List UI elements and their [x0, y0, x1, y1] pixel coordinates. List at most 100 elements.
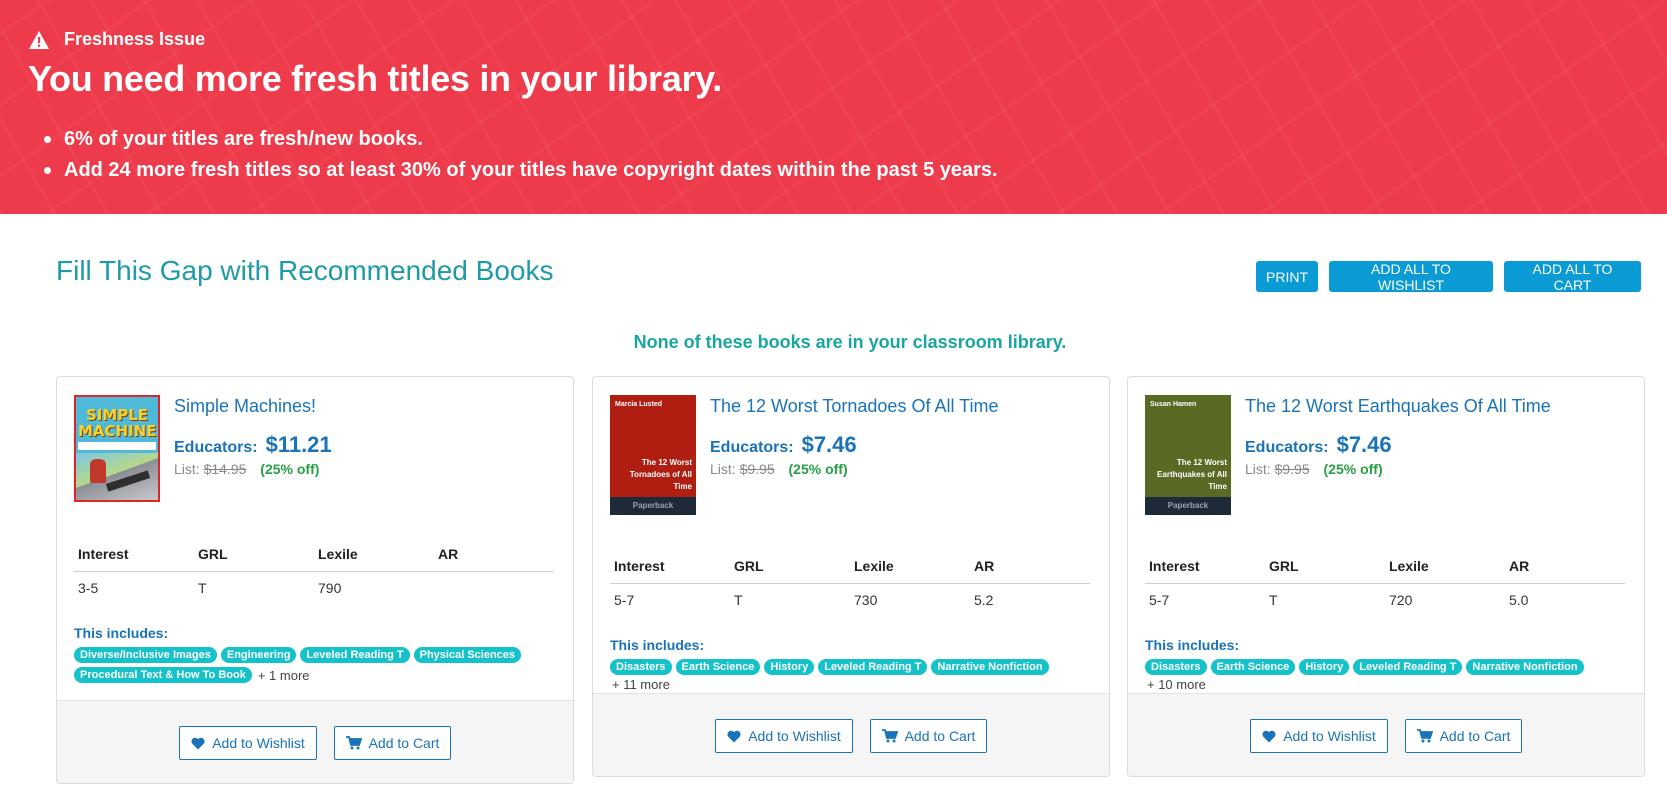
book-levels-table: Interest GRL Lexile AR 3-5 T 790	[74, 545, 554, 598]
tag[interactable]: Procedural Text & How To Book	[74, 667, 252, 683]
bullet-dot	[44, 167, 51, 174]
banner-bullets: 6% of your titles are fresh/new books. A…	[40, 124, 998, 186]
tag[interactable]: History	[764, 659, 815, 675]
banner-bullet: Add 24 more fresh titles so at least 30%…	[40, 155, 998, 186]
cart-label: Add to Cart	[904, 728, 976, 744]
interest-value: 5-7	[1149, 592, 1170, 609]
add-to-wishlist-button[interactable]: Add to Wishlist	[715, 719, 853, 753]
none-in-library-message: None of these books are in your classroo…	[633, 332, 1067, 352]
more-tags-link[interactable]: + 11 more	[612, 677, 670, 692]
book-levels-table: Interest GRL Lexile AR 5-7 T 730 5.2	[610, 557, 1090, 610]
cover-format: Paperback	[1145, 497, 1231, 515]
discount: (25% off)	[260, 461, 320, 477]
cart-icon	[345, 736, 362, 750]
cover-title: SIMPLE MACHINES!	[78, 406, 158, 440]
tag[interactable]: Leveled Reading T	[1353, 659, 1463, 675]
ar-value: 5.0	[1509, 592, 1529, 609]
list-label: List:	[174, 461, 200, 477]
grl-header: GRL	[730, 557, 850, 584]
book-title-link[interactable]: The 12 Worst Tornadoes Of All Time	[710, 396, 998, 417]
interest-header: Interest	[610, 557, 730, 584]
cover-author: Marcia Lusted	[615, 401, 663, 408]
book-title-link[interactable]: Simple Machines!	[174, 396, 316, 417]
educator-price-row: Educators: $7.46	[1245, 432, 1392, 458]
book-cover[interactable]: SIMPLE MACHINES!	[74, 395, 160, 502]
book-title-link[interactable]: The 12 Worst Earthquakes Of All Time	[1245, 396, 1551, 417]
tag[interactable]: Disasters	[610, 659, 672, 675]
cart-label: Add to Cart	[1439, 728, 1511, 744]
interest-header: Interest	[74, 545, 194, 572]
list-price: $9.95	[739, 461, 775, 477]
more-tags-link[interactable]: + 1 more	[258, 668, 310, 683]
lexile-header: Lexile	[314, 545, 434, 572]
educator-price-row: Educators: $11.21	[174, 432, 332, 458]
heart-icon	[727, 730, 741, 742]
tag[interactable]: Diverse/Inclusive Images	[74, 647, 217, 663]
more-tags-link[interactable]: + 10 more	[1147, 677, 1206, 692]
tag-list: Disasters Earth Science History Leveled …	[1145, 657, 1625, 692]
cover-title: The 12 Worst Tornadoes of All Time	[629, 458, 692, 491]
list-label: List:	[1245, 461, 1271, 477]
bullet-text: 6% of your titles are fresh/new books.	[64, 128, 423, 150]
cart-icon	[881, 729, 898, 743]
ar-header: AR	[970, 557, 1090, 584]
list-price-row: List: $14.95 (25% off)	[174, 461, 319, 477]
interest-header: Interest	[1145, 557, 1265, 584]
add-to-wishlist-button[interactable]: Add to Wishlist	[179, 726, 317, 760]
add-all-to-cart-button[interactable]: ADD ALL TO CART	[1504, 261, 1641, 293]
add-to-wishlist-button[interactable]: Add to Wishlist	[1250, 719, 1388, 753]
includes-label: This includes:	[74, 625, 169, 641]
grl-value: T	[734, 592, 743, 609]
interest-value: 5-7	[614, 592, 635, 609]
lexile-header: Lexile	[1385, 557, 1505, 584]
list-price: $14.95	[203, 461, 247, 477]
book-cover[interactable]: Susan Hamen The 12 Worst Earthquakes of …	[1145, 395, 1231, 515]
includes-label: This includes:	[610, 637, 705, 653]
add-all-to-wishlist-button[interactable]: ADD ALL TO WISHLIST	[1329, 261, 1493, 293]
tag[interactable]: History	[1299, 659, 1350, 675]
wishlist-label: Add to Wishlist	[212, 735, 305, 751]
book-card: SIMPLE MACHINES! Simple Machines! Educat…	[56, 376, 574, 784]
book-card: Marcia Lusted The 12 Worst Tornadoes of …	[592, 376, 1110, 777]
educator-price: $7.46	[1336, 432, 1392, 457]
cover-band	[78, 442, 156, 450]
bullet-dot	[44, 136, 51, 143]
lexile-value: 790	[318, 580, 342, 597]
tag[interactable]: Leveled Reading T	[818, 659, 928, 675]
add-to-cart-button[interactable]: Add to Cart	[1405, 719, 1522, 753]
educators-label: Educators:	[174, 439, 258, 456]
educator-price-row: Educators: $7.46	[710, 432, 857, 458]
bullet-text: Add 24 more fresh titles so at least 30%…	[64, 159, 998, 181]
book-cover[interactable]: Marcia Lusted The 12 Worst Tornadoes of …	[610, 395, 696, 515]
includes-label: This includes:	[1145, 637, 1240, 653]
ar-header: AR	[1505, 557, 1625, 584]
tag-list: Diverse/Inclusive Images Engineering Lev…	[74, 645, 554, 685]
tag[interactable]: Earth Science	[1210, 659, 1296, 675]
tag[interactable]: Physical Sciences	[413, 647, 522, 663]
tag[interactable]: Leveled Reading T	[300, 647, 410, 663]
print-button[interactable]: PRINT	[1256, 261, 1318, 292]
lexile-value: 730	[854, 592, 878, 609]
educator-price: $7.46	[801, 432, 857, 457]
tag[interactable]: Earth Science	[675, 659, 761, 675]
tag[interactable]: Disasters	[1145, 659, 1207, 675]
educators-label: Educators:	[710, 439, 794, 456]
heart-icon	[191, 737, 205, 749]
add-to-cart-button[interactable]: Add to Cart	[870, 719, 987, 753]
banner-bullet: 6% of your titles are fresh/new books.	[40, 124, 998, 155]
educator-price: $11.21	[265, 432, 332, 457]
add-to-cart-button[interactable]: Add to Cart	[334, 726, 451, 760]
tag[interactable]: Narrative Nonfiction	[931, 659, 1049, 675]
cart-icon	[1416, 729, 1433, 743]
list-price-row: List: $9.95 (25% off)	[710, 461, 848, 477]
tag[interactable]: Narrative Nonfiction	[1466, 659, 1584, 675]
section-title: Fill This Gap with Recommended Books	[56, 255, 554, 286]
book-card: Susan Hamen The 12 Worst Earthquakes of …	[1127, 376, 1645, 777]
lexile-value: 720	[1389, 592, 1413, 609]
cover-title: The 12 Worst Earthquakes of All Time	[1157, 458, 1227, 491]
freshness-banner: Freshness Issue You need more fresh titl…	[0, 0, 1667, 214]
tag[interactable]: Engineering	[220, 647, 297, 663]
card-footer: Add to Wishlist Add to Cart	[593, 693, 1109, 776]
educators-label: Educators:	[1245, 439, 1329, 456]
lexile-header: Lexile	[850, 557, 970, 584]
